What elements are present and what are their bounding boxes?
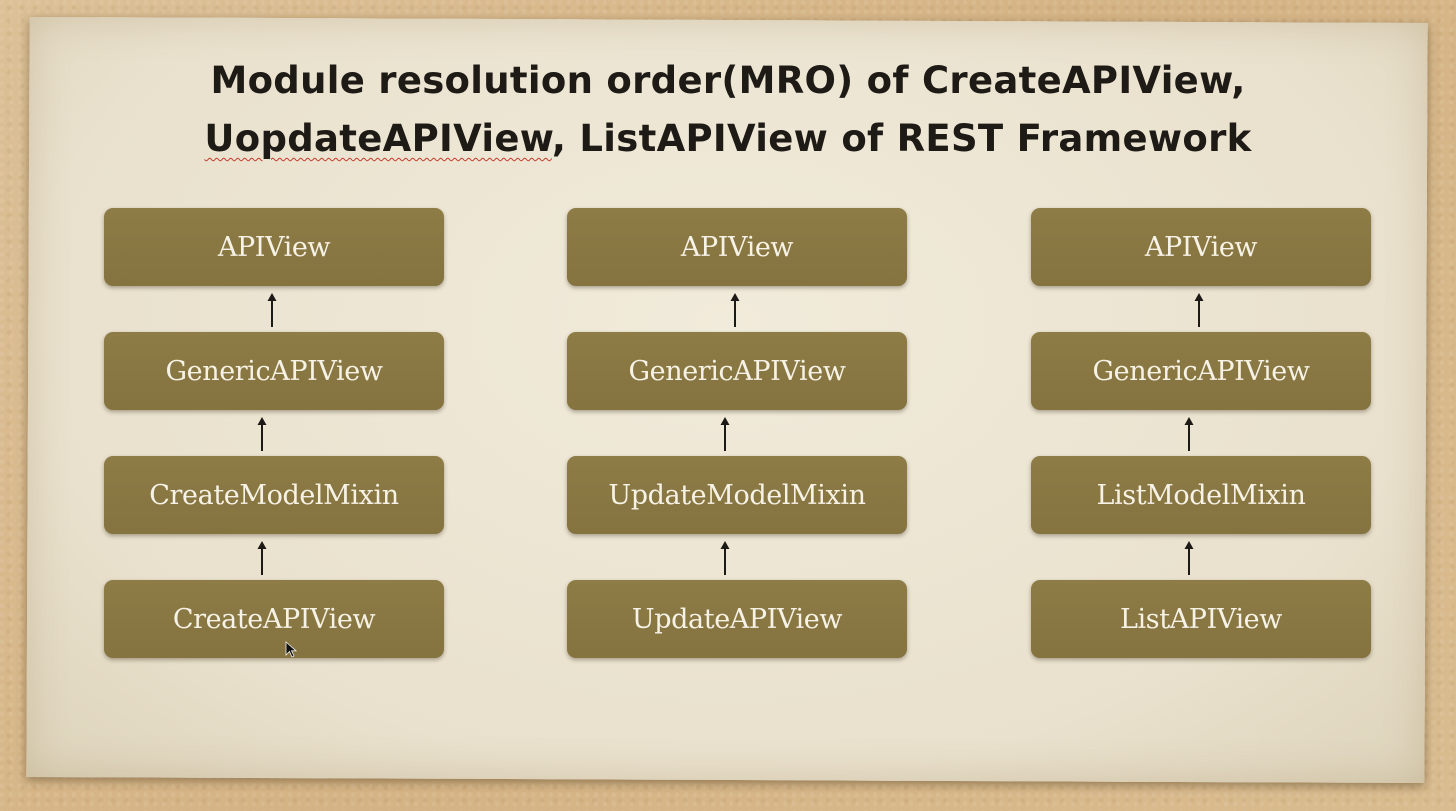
arrow-up-icon [255,541,269,575]
class-box-createmodelmixin: CreateModelMixin [104,456,444,534]
class-box-genericapiview: GenericAPIView [104,332,444,410]
class-box-apiview: APIView [567,208,907,286]
class-box-updatemodelmixin: UpdateModelMixin [567,456,907,534]
title-misspelled-word: UopdateAPIView [204,117,552,160]
arrow-up-icon [718,417,732,451]
slide-title: Module resolution order(MRO) of CreateAP… [0,52,1456,168]
arrow-up-icon [1192,293,1206,327]
class-box-genericapiview: GenericAPIView [1031,332,1371,410]
title-line-1: Module resolution order(MRO) of CreateAP… [210,59,1246,102]
arrow-up-icon [1182,541,1196,575]
arrow-up-icon [255,417,269,451]
class-box-apiview: APIView [1031,208,1371,286]
class-box-updateapiview: UpdateAPIView [567,580,907,658]
arrow-up-icon [1182,417,1196,451]
arrow-up-icon [718,541,732,575]
arrow-up-icon [265,293,279,327]
arrow-up-icon [728,293,742,327]
class-box-genericapiview: GenericAPIView [567,332,907,410]
class-box-listapiview: ListAPIView [1031,580,1371,658]
class-box-apiview: APIView [104,208,444,286]
class-box-listmodelmixin: ListModelMixin [1031,456,1371,534]
mouse-cursor-icon [285,641,298,659]
class-box-createapiview: CreateAPIView [104,580,444,658]
title-line-2: UopdateAPIView, ListAPIView of REST Fram… [0,110,1456,168]
title-line-2-rest: , ListAPIView of REST Framework [551,117,1252,160]
